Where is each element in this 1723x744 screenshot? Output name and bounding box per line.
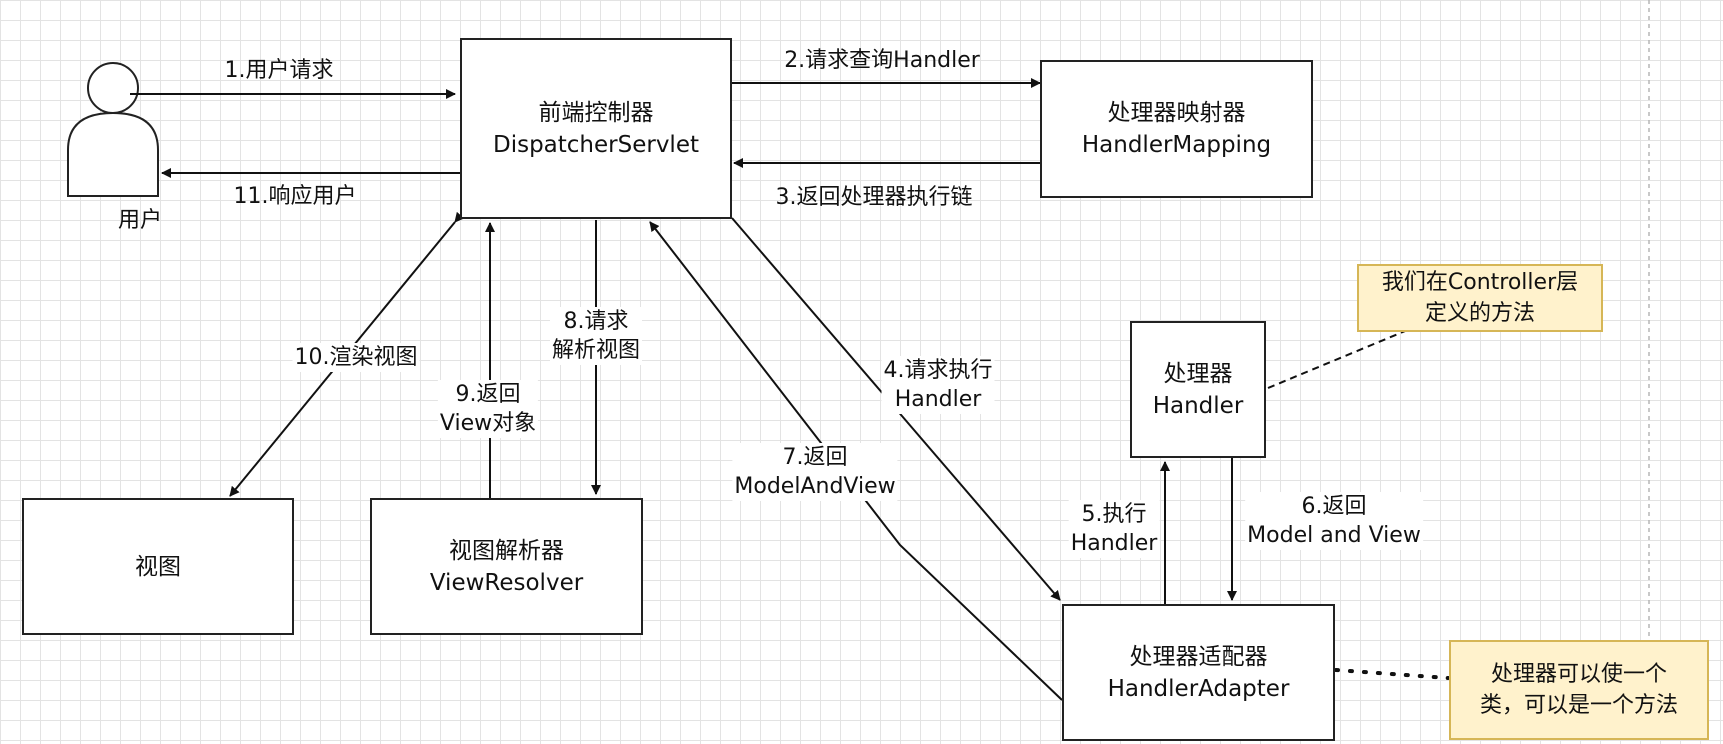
- edge-8-label: 8.请求 解析视图: [549, 307, 643, 365]
- view-resolver-node[interactable]: 视图解析器 ViewResolver: [370, 498, 643, 635]
- handler-adapter-class: HandlerAdapter: [1107, 675, 1290, 702]
- handler-type-note-line1: 处理器可以使一个: [1490, 662, 1667, 687]
- edge-4-label-line2: Handler: [894, 387, 982, 412]
- user-actor-icon[interactable]: [67, 62, 159, 197]
- edge-5-label-line1: 5.执行: [1081, 502, 1147, 527]
- dispatcher-servlet-class: DispatcherServlet: [492, 131, 699, 158]
- edge-9-label: 9.返回 View对象: [437, 380, 539, 438]
- edge-4-label-line1: 4.请求执行: [883, 358, 993, 383]
- controller-method-note-line1: 我们在Controller层: [1381, 270, 1579, 295]
- view-resolver-title: 视图解析器: [449, 537, 564, 564]
- view-resolver-class: ViewResolver: [429, 569, 584, 596]
- edge-5-label-line2: Handler: [1070, 531, 1158, 556]
- edge-2-label: 2.请求查询Handler: [784, 48, 980, 73]
- dispatcher-servlet-title: 前端控制器: [538, 99, 654, 126]
- note-link-handler-type: [1334, 668, 1450, 680]
- edge-11-label: 11.响应用户: [233, 184, 357, 209]
- edge-1-label: 1.用户请求: [224, 58, 334, 83]
- handler-class: Handler: [1152, 392, 1244, 419]
- user-actor-label: 用户: [117, 208, 163, 233]
- handler-adapter-title: 处理器适配器: [1129, 643, 1268, 670]
- edge-3-label: 3.返回处理器执行链: [775, 185, 973, 210]
- handler-type-note-line2: 类，可以是一个方法: [1479, 693, 1678, 718]
- view-title: 视图: [135, 553, 181, 580]
- edge-7-label-line2: ModelAndView: [734, 474, 896, 499]
- edge-6-label-line1: 6.返回: [1301, 494, 1367, 519]
- edge-7-label-line1: 7.返回: [782, 445, 848, 470]
- handler-adapter-node[interactable]: 处理器适配器 HandlerAdapter: [1062, 604, 1335, 741]
- edge-4-label: 4.请求执行 Handler: [881, 356, 995, 414]
- edge-10-label: 10.渲染视图: [292, 343, 420, 372]
- dispatcher-servlet-node[interactable]: 前端控制器 DispatcherServlet: [460, 38, 732, 219]
- edge-9-label-line2: View对象: [439, 411, 537, 436]
- edge-8-label-line2: 解析视图: [551, 338, 641, 363]
- edge-8-label-line1: 8.请求: [563, 309, 629, 334]
- note-link-controller: [1267, 328, 1411, 389]
- edge-6-label-line2: Model and View: [1247, 523, 1421, 548]
- controller-method-note[interactable]: 我们在Controller层 定义的方法: [1357, 264, 1603, 332]
- handler-type-note[interactable]: 处理器可以使一个 类，可以是一个方法: [1449, 640, 1709, 740]
- controller-method-note-line2: 定义的方法: [1424, 301, 1535, 326]
- handler-mapping-node[interactable]: 处理器映射器 HandlerMapping: [1040, 60, 1313, 198]
- view-node[interactable]: 视图: [22, 498, 294, 635]
- handler-mapping-title: 处理器映射器: [1107, 100, 1246, 126]
- edge-5-label: 5.执行 Handler: [1068, 500, 1160, 558]
- edge-6-label: 6.返回 Model and View: [1245, 492, 1423, 550]
- handler-node[interactable]: 处理器 Handler: [1130, 321, 1266, 458]
- handler-title: 处理器: [1163, 360, 1233, 387]
- handler-mapping-class: HandlerMapping: [1081, 132, 1272, 158]
- edge-9-label-line1: 9.返回: [455, 382, 521, 407]
- edge-7-label: 7.返回 ModelAndView: [732, 443, 898, 501]
